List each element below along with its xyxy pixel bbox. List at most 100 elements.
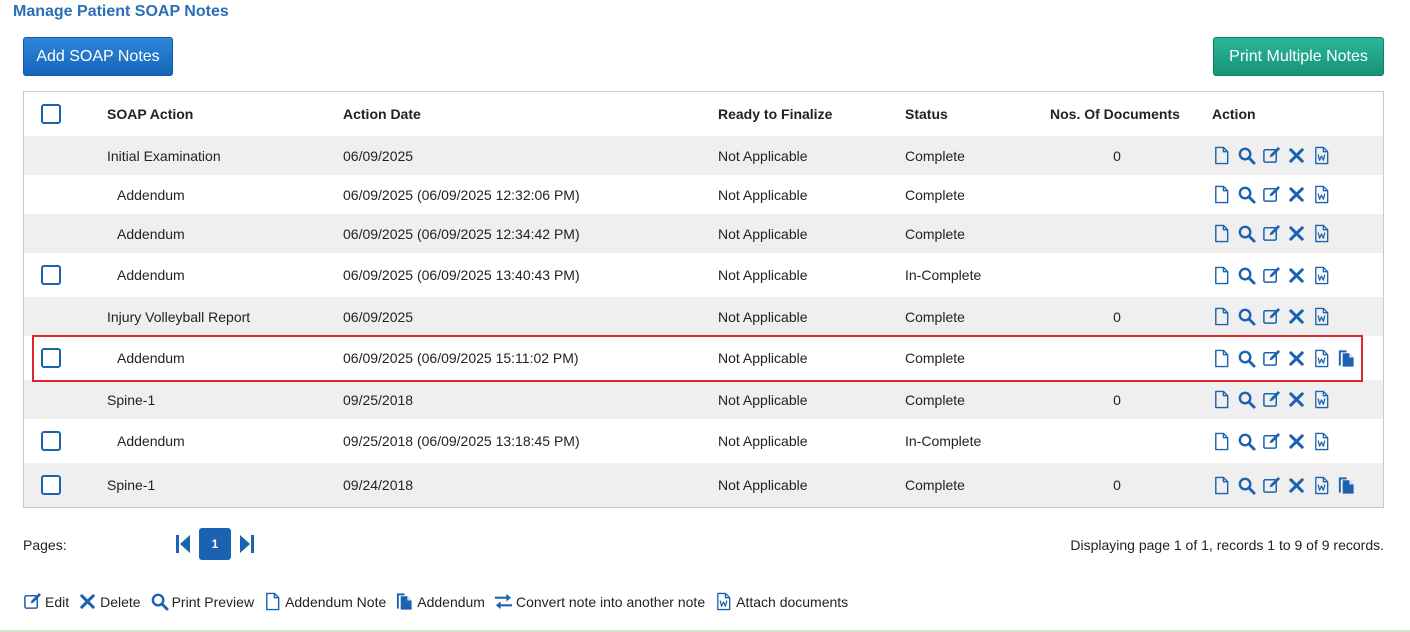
documents-count-cell	[1024, 253, 1210, 297]
table-row[interactable]: Spine-1 09/25/2018 Not Applicable Comple…	[24, 380, 1383, 419]
attach-documents-icon[interactable]	[1312, 390, 1331, 409]
addendum-note-icon[interactable]	[1212, 390, 1231, 409]
last-page-icon[interactable]	[237, 531, 257, 557]
header-ready-to-finalize[interactable]: Ready to Finalize	[718, 92, 832, 136]
delete-icon[interactable]	[1287, 224, 1306, 243]
addendum-note-icon[interactable]	[1212, 146, 1231, 165]
attach-documents-icon[interactable]	[1312, 307, 1331, 326]
delete-icon[interactable]	[1287, 185, 1306, 204]
attach-documents-icon[interactable]	[1312, 185, 1331, 204]
header-status[interactable]: Status	[905, 92, 948, 136]
attach-documents-icon	[714, 592, 733, 611]
row-checkbox[interactable]	[41, 431, 61, 451]
print-preview-icon[interactable]	[1237, 432, 1256, 451]
attach-documents-icon[interactable]	[1312, 349, 1331, 368]
attach-documents-icon[interactable]	[1312, 224, 1331, 243]
addendum-icon	[395, 592, 414, 611]
addendum-note-icon[interactable]	[1212, 224, 1231, 243]
attach-documents-icon[interactable]	[1312, 476, 1331, 495]
print-preview-icon[interactable]	[1237, 146, 1256, 165]
table-row[interactable]: Injury Volleyball Report 06/09/2025 Not …	[24, 297, 1383, 336]
legend-addendum: Addendum	[395, 592, 485, 611]
print-preview-icon[interactable]	[1237, 390, 1256, 409]
ready-to-finalize-cell: Not Applicable	[718, 225, 808, 242]
delete-icon[interactable]	[1287, 476, 1306, 495]
edit-icon[interactable]	[1262, 390, 1281, 409]
attach-documents-icon[interactable]	[1312, 432, 1331, 451]
soap-action-cell: Spine-1	[107, 477, 156, 493]
addendum-icon[interactable]	[1337, 476, 1356, 495]
table-row[interactable]: Initial Examination 06/09/2025 Not Appli…	[24, 136, 1383, 175]
legend-delete-label: Delete	[100, 593, 141, 610]
add-soap-notes-button[interactable]: Add SOAP Notes	[23, 37, 173, 76]
delete-icon[interactable]	[1287, 146, 1306, 165]
addendum-note-icon[interactable]	[1212, 185, 1231, 204]
delete-icon[interactable]	[1287, 390, 1306, 409]
row-actions	[1212, 463, 1356, 507]
ready-to-finalize-cell: Not Applicable	[718, 147, 808, 164]
delete-icon[interactable]	[1287, 349, 1306, 368]
legend-attach: Attach documents	[714, 592, 848, 611]
action-date-cell: 06/09/2025 (06/09/2025 13:40:43 PM)	[343, 267, 580, 283]
delete-icon[interactable]	[1287, 432, 1306, 451]
row-checkbox[interactable]	[41, 475, 61, 495]
header-soap-action[interactable]: SOAP Action	[107, 92, 193, 136]
table-row[interactable]: Spine-1 09/24/2018 Not Applicable Comple…	[24, 463, 1383, 507]
pages-label: Pages:	[23, 537, 67, 553]
edit-icon[interactable]	[1262, 476, 1281, 495]
row-actions	[1212, 253, 1331, 297]
addendum-note-icon[interactable]	[1212, 476, 1231, 495]
edit-icon[interactable]	[1262, 224, 1281, 243]
row-checkbox[interactable]	[41, 348, 61, 368]
row-checkbox[interactable]	[41, 265, 61, 285]
select-all-checkbox[interactable]	[41, 104, 61, 124]
edit-icon	[23, 592, 42, 611]
print-multiple-notes-button[interactable]: Print Multiple Notes	[1213, 37, 1384, 76]
print-preview-icon[interactable]	[1237, 224, 1256, 243]
attach-documents-icon[interactable]	[1312, 266, 1331, 285]
ready-to-finalize-cell: Not Applicable	[718, 433, 808, 449]
soap-action-cell: Addendum	[117, 433, 185, 449]
edit-icon[interactable]	[1262, 146, 1281, 165]
first-page-icon[interactable]	[173, 531, 193, 557]
addendum-note-icon[interactable]	[1212, 266, 1231, 285]
edit-icon[interactable]	[1262, 349, 1281, 368]
page-number-button[interactable]: 1	[199, 528, 231, 560]
header-nos-of-documents[interactable]: Nos. Of Documents	[1050, 92, 1180, 136]
legend-convert: Convert note into another note	[494, 592, 705, 611]
status-cell: In-Complete	[905, 267, 982, 283]
header-action-date[interactable]: Action Date	[343, 92, 421, 136]
table-row[interactable]: Addendum 06/09/2025 (06/09/2025 12:32:06…	[24, 175, 1383, 214]
soap-action-cell: Initial Examination	[107, 147, 221, 164]
attach-documents-icon[interactable]	[1312, 146, 1331, 165]
addendum-note-icon[interactable]	[1212, 432, 1231, 451]
edit-icon[interactable]	[1262, 185, 1281, 204]
ready-to-finalize-cell: Not Applicable	[718, 267, 808, 283]
addendum-icon[interactable]	[1337, 349, 1356, 368]
documents-count-cell: 0	[1113, 391, 1121, 408]
documents-count-cell: 0	[1113, 308, 1121, 325]
records-summary: Displaying page 1 of 1, records 1 to 9 o…	[1070, 537, 1384, 553]
legend-addendum-note-label: Addendum Note	[285, 593, 387, 610]
delete-icon[interactable]	[1287, 307, 1306, 326]
table-row[interactable]: Addendum 06/09/2025 (06/09/2025 13:40:43…	[24, 253, 1383, 297]
table-row[interactable]: Addendum 06/09/2025 (06/09/2025 12:34:42…	[24, 214, 1383, 253]
edit-icon[interactable]	[1262, 432, 1281, 451]
edit-icon[interactable]	[1262, 307, 1281, 326]
status-cell: Complete	[905, 225, 965, 242]
print-preview-icon[interactable]	[1237, 476, 1256, 495]
edit-icon[interactable]	[1262, 266, 1281, 285]
addendum-note-icon[interactable]	[1212, 349, 1231, 368]
print-preview-icon[interactable]	[1237, 185, 1256, 204]
print-preview-icon[interactable]	[1237, 349, 1256, 368]
documents-count-cell: 0	[1113, 147, 1121, 164]
addendum-note-icon[interactable]	[1212, 307, 1231, 326]
table-row[interactable]: Addendum 06/09/2025 (06/09/2025 15:11:02…	[24, 336, 1383, 380]
print-preview-icon[interactable]	[1237, 266, 1256, 285]
delete-icon[interactable]	[1287, 266, 1306, 285]
print-preview-icon[interactable]	[1237, 307, 1256, 326]
soap-action-cell: Addendum	[117, 186, 185, 203]
pagination: 1	[173, 528, 257, 560]
table-row[interactable]: Addendum 09/25/2018 (06/09/2025 13:18:45…	[24, 419, 1383, 463]
ready-to-finalize-cell: Not Applicable	[718, 186, 808, 203]
